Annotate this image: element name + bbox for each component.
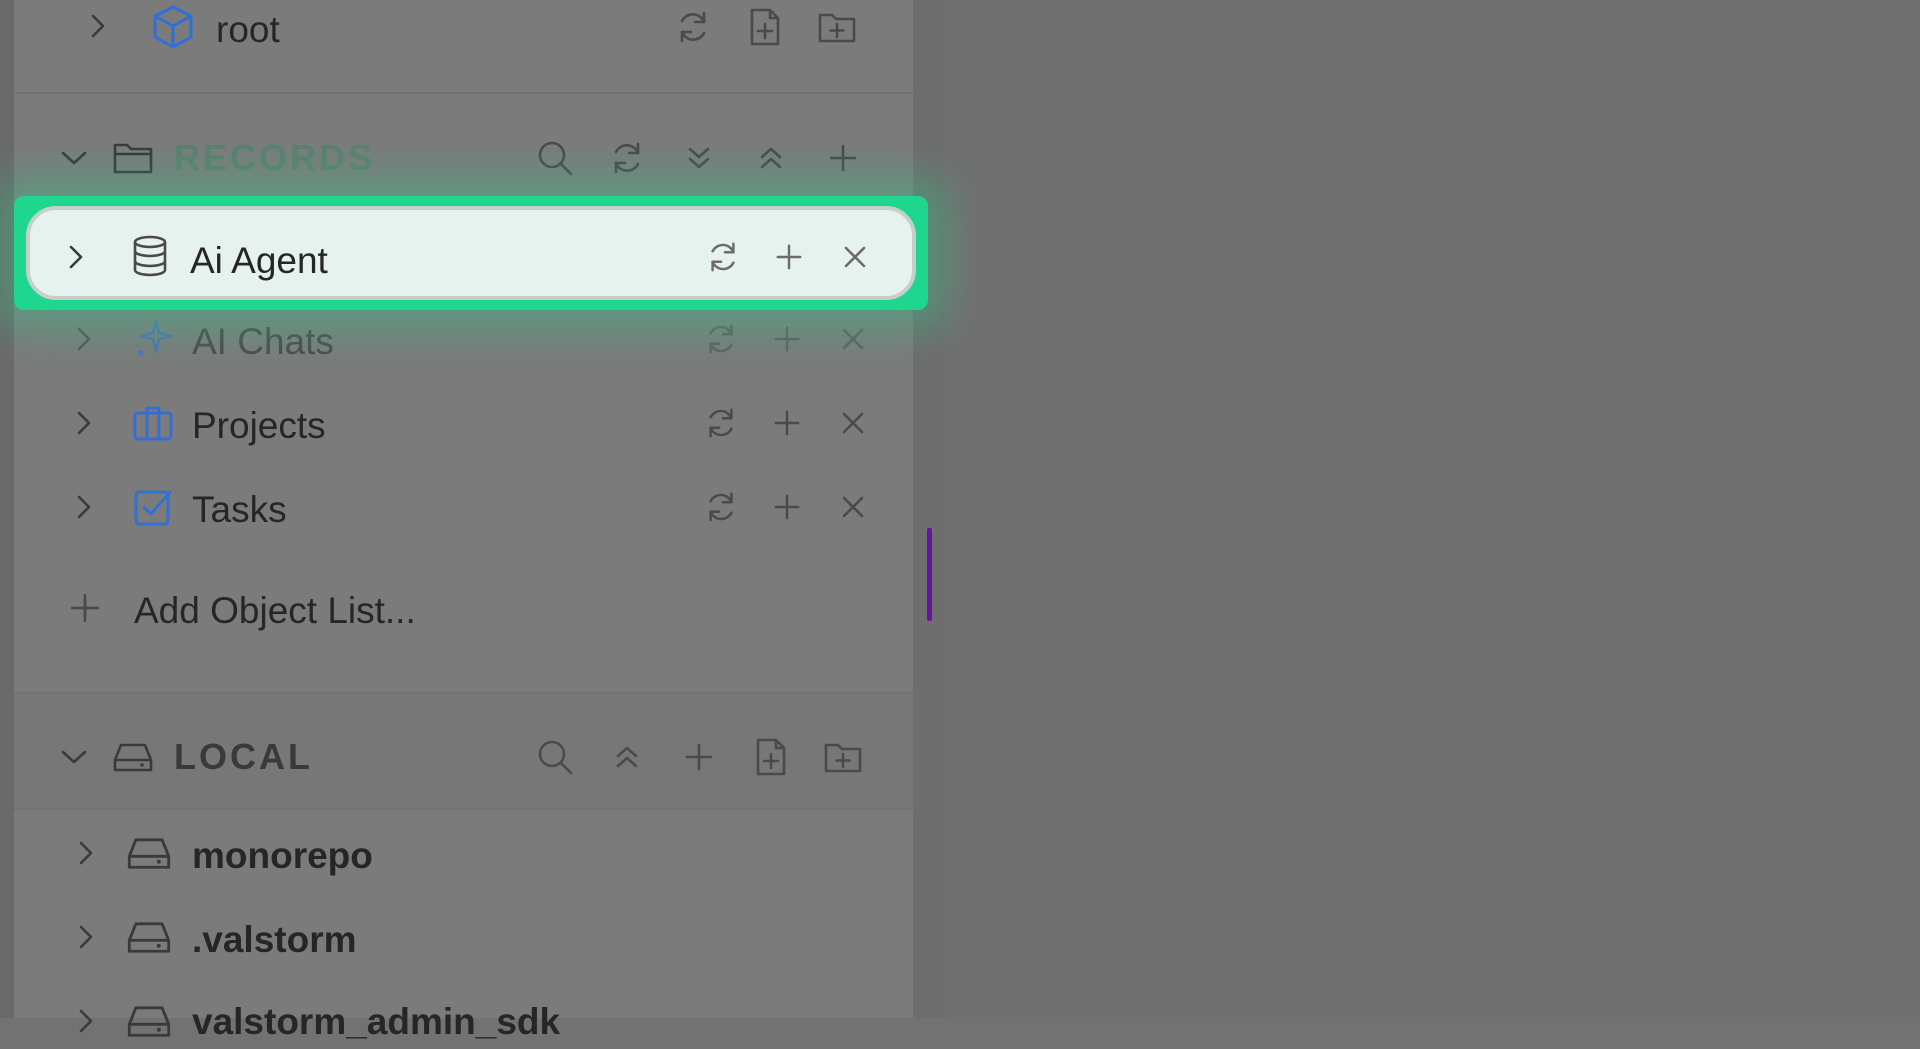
briefcase-icon	[130, 400, 176, 446]
close-icon[interactable]	[830, 400, 876, 446]
tree-row-tasks[interactable]: Tasks	[14, 479, 913, 535]
chevron-down-icon[interactable]	[60, 743, 88, 771]
section-divider	[14, 808, 913, 810]
drive-icon	[126, 914, 172, 960]
close-icon[interactable]	[832, 234, 878, 280]
chevron-right-icon[interactable]	[84, 12, 112, 40]
refresh-icon[interactable]	[604, 135, 650, 181]
search-icon[interactable]	[532, 734, 578, 780]
new-folder-icon[interactable]	[820, 734, 866, 780]
tree-row-label: monorepo	[192, 835, 373, 876]
new-file-icon[interactable]	[742, 4, 788, 50]
tree-row-label: valstorm_admin_sdk	[192, 1001, 561, 1042]
collapse-all-icon[interactable]	[604, 734, 650, 780]
refresh-icon[interactable]	[698, 316, 744, 362]
left-edge-strip	[0, 0, 14, 1018]
tree-row-valstorm[interactable]: .valstorm	[14, 909, 913, 965]
add-icon[interactable]	[764, 484, 810, 530]
tree-row-projects[interactable]: Projects	[14, 395, 913, 451]
tree-row-label: Tasks	[192, 489, 287, 530]
refresh-icon[interactable]	[700, 234, 746, 280]
section-title: LOCAL	[174, 736, 313, 777]
search-icon[interactable]	[532, 135, 578, 181]
add-icon[interactable]	[676, 734, 722, 780]
plus-icon	[62, 585, 108, 631]
tree-row-label: .valstorm	[192, 919, 357, 960]
editor-area	[945, 0, 1920, 1018]
chevron-right-icon[interactable]	[70, 409, 98, 437]
add-icon[interactable]	[764, 316, 810, 362]
tree-row-monorepo[interactable]: monorepo	[14, 825, 913, 881]
chevron-right-icon[interactable]	[72, 839, 100, 867]
highlight-frame: Ai Agent	[14, 196, 928, 310]
explorer-sidebar: root RECORDS AI Chats Projects Tasks Add…	[14, 0, 913, 1040]
database-icon	[130, 234, 170, 278]
drive-icon	[110, 734, 156, 780]
add-icon[interactable]	[764, 400, 810, 446]
tree-row-ai-agent[interactable]: Ai Agent	[26, 206, 916, 300]
checkbox-icon	[130, 484, 176, 530]
tree-row-valstorm-admin-sdk[interactable]: valstorm_admin_sdk	[14, 993, 913, 1049]
tree-row-ai-chats[interactable]: AI Chats	[14, 311, 913, 367]
add-icon[interactable]	[820, 135, 866, 181]
refresh-icon[interactable]	[698, 484, 744, 530]
section-header-records[interactable]: RECORDS	[14, 130, 913, 186]
sparkles-icon	[130, 316, 176, 362]
add-object-list-label: Add Object List...	[134, 590, 416, 631]
folder-icon	[110, 135, 156, 181]
section-title: RECORDS	[174, 137, 376, 178]
refresh-icon[interactable]	[670, 4, 716, 50]
tree-row-label: Ai Agent	[190, 240, 328, 281]
tree-row-label: AI Chats	[192, 321, 334, 362]
close-icon[interactable]	[830, 484, 876, 530]
tree-row-root[interactable]: root	[14, 0, 913, 56]
chevron-right-icon[interactable]	[72, 1007, 100, 1035]
chevron-right-icon[interactable]	[72, 923, 100, 951]
section-header-local[interactable]: LOCAL	[14, 729, 913, 785]
cube-icon	[150, 4, 196, 50]
collapse-all-icon[interactable]	[748, 135, 794, 181]
chevron-down-icon[interactable]	[60, 144, 88, 172]
expand-all-icon[interactable]	[676, 135, 722, 181]
add-icon[interactable]	[766, 234, 812, 280]
new-folder-icon[interactable]	[814, 4, 860, 50]
close-icon[interactable]	[830, 316, 876, 362]
section-divider	[14, 92, 913, 94]
panel-splitter[interactable]	[913, 0, 945, 1018]
tree-row-label: Projects	[192, 405, 326, 446]
chevron-right-icon[interactable]	[66, 244, 86, 270]
add-object-list-button[interactable]: Add Object List...	[14, 580, 913, 636]
chevron-right-icon[interactable]	[70, 493, 98, 521]
drive-icon	[126, 830, 172, 876]
splitter-accent-bar	[927, 528, 932, 621]
new-file-icon[interactable]	[748, 734, 794, 780]
refresh-icon[interactable]	[698, 400, 744, 446]
tree-row-label: root	[216, 9, 280, 50]
drive-icon	[126, 998, 172, 1044]
chevron-right-icon[interactable]	[70, 325, 98, 353]
